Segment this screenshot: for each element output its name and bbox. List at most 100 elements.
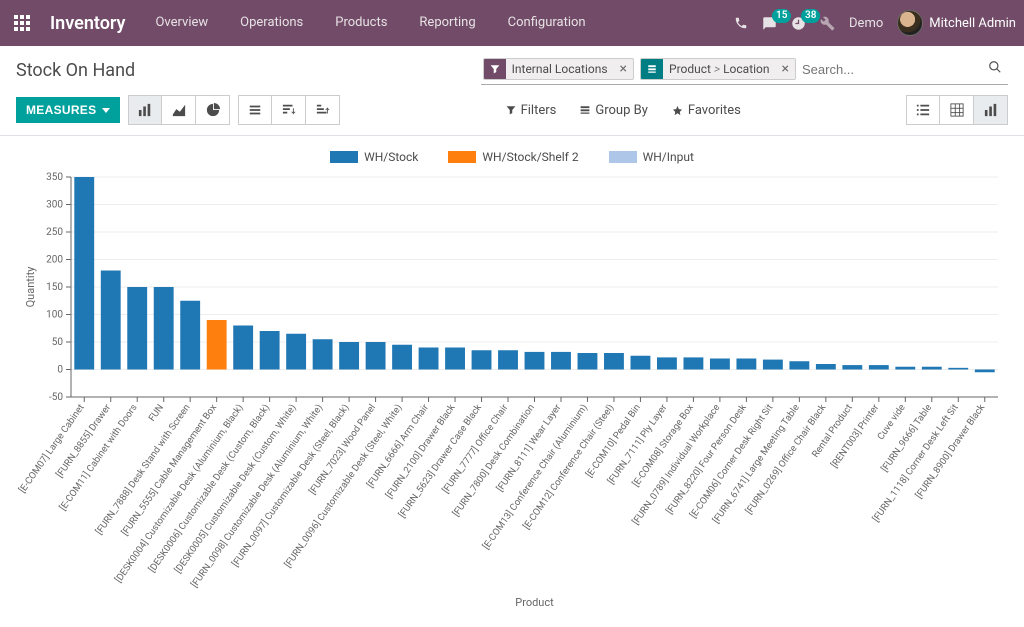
svg-text:Product: Product [515,596,554,609]
chart-type-group [128,95,230,125]
bar [180,301,200,370]
groupby-icon [641,58,663,80]
user-menu[interactable]: Mitchell Admin [897,10,1016,36]
svg-text:300: 300 [46,200,63,211]
bar [763,360,783,370]
bar [233,326,253,370]
conversations-icon[interactable]: 15 [762,16,777,31]
nav-products[interactable]: Products [319,0,403,46]
activities-badge: 38 [801,9,820,23]
caret-down-icon [102,108,110,113]
bar [74,177,94,370]
control-panel: Stock On Hand Internal Locations × Produ… [0,46,1024,136]
bar [286,334,306,370]
bar [154,287,174,370]
top-navbar: Inventory Overview Operations Products R… [0,0,1024,46]
chart-legend: WH/Stock WH/Stock/Shelf 2 WH/Input [16,146,1008,172]
nav-menu: Overview Operations Products Reporting C… [139,0,601,46]
bar [392,345,412,370]
bar [895,367,915,370]
sort-asc-button[interactable] [306,95,340,125]
bar [683,357,703,369]
nav-operations[interactable]: Operations [224,0,319,46]
search-bar[interactable]: Internal Locations × Product>Location × [481,56,1008,85]
bar [816,364,836,370]
search-options: Filters Group By Favorites [506,103,741,118]
favorites-dropdown[interactable]: Favorites [672,103,741,118]
filter-icon [484,58,506,80]
avatar [897,10,923,36]
bar [842,365,862,369]
bar [101,271,121,370]
list-view-button[interactable] [906,95,940,125]
bar [975,370,995,373]
legend-wh-input[interactable]: WH/Input [609,150,694,164]
bar [472,350,492,369]
bar [736,359,756,370]
svg-text:50: 50 [52,337,64,348]
groupby-dropdown[interactable]: Group By [580,103,648,118]
filter-facet-text: Internal Locations [506,62,614,76]
bar [313,339,333,369]
svg-text:0: 0 [57,365,63,376]
bar [604,353,624,370]
pivot-view-button[interactable] [940,95,974,125]
legend-shelf2[interactable]: WH/Stock/Shelf 2 [448,150,578,164]
bar-chart-button[interactable] [128,95,162,125]
bar [789,361,809,369]
bar [525,352,545,370]
bar [869,365,889,369]
line-chart-button[interactable] [162,95,196,125]
filters-dropdown[interactable]: Filters [506,103,557,118]
svg-text:250: 250 [46,227,63,238]
sort-desc-button[interactable] [272,95,306,125]
bar [922,367,942,370]
search-input[interactable] [802,62,978,77]
apps-icon[interactable] [8,9,36,37]
svg-text:100: 100 [46,310,63,321]
svg-text:200: 200 [46,255,63,266]
bar-chart: -50050100150200250300350Quantity[E-COM07… [16,172,1008,612]
bar [551,352,571,370]
bar [948,368,968,370]
demo-label[interactable]: Demo [849,16,883,31]
svg-text:350: 350 [46,172,63,183]
user-name: Mitchell Admin [929,16,1016,31]
nav-reporting[interactable]: Reporting [403,0,491,46]
bar [339,342,359,370]
debug-icon[interactable] [820,16,835,31]
chart-options-group [238,95,340,125]
search-icon[interactable] [984,60,1006,78]
svg-text:-50: -50 [49,392,63,403]
bar [127,287,147,370]
bar [710,359,730,370]
chart-area: WH/Stock WH/Stock/Shelf 2 WH/Input -50 0 5… [0,136,1024,622]
filter-facet-remove[interactable]: × [614,61,633,77]
nav-overview[interactable]: Overview [139,0,224,46]
filter-facet: Internal Locations × [483,58,634,80]
bar [260,331,280,370]
bar [498,350,518,369]
bar [366,342,386,370]
stacked-button[interactable] [238,95,272,125]
nav-right: 15 38 Demo Mitchell Admin [734,10,1016,36]
pie-chart-button[interactable] [196,95,230,125]
bar [578,353,598,370]
view-switcher [906,95,1008,125]
measures-button[interactable]: MEASURES [16,97,120,123]
groupby-facet: Product>Location × [640,58,796,80]
bar [419,348,439,370]
breadcrumb: Stock On Hand [16,60,135,81]
app-name[interactable]: Inventory [40,13,135,34]
nav-configuration[interactable]: Configuration [492,0,602,46]
activities-icon[interactable]: 38 [791,16,806,31]
legend-wh-stock[interactable]: WH/Stock [330,150,418,164]
svg-text:FUN: FUN [147,402,166,423]
phone-icon[interactable] [734,16,748,30]
bar [445,348,465,370]
groupby-facet-remove[interactable]: × [776,61,795,77]
groupby-facet-text: Product>Location [663,62,775,76]
graph-view-button[interactable] [974,95,1008,125]
conversations-badge: 15 [772,9,791,23]
svg-text:Quantity: Quantity [24,266,37,308]
